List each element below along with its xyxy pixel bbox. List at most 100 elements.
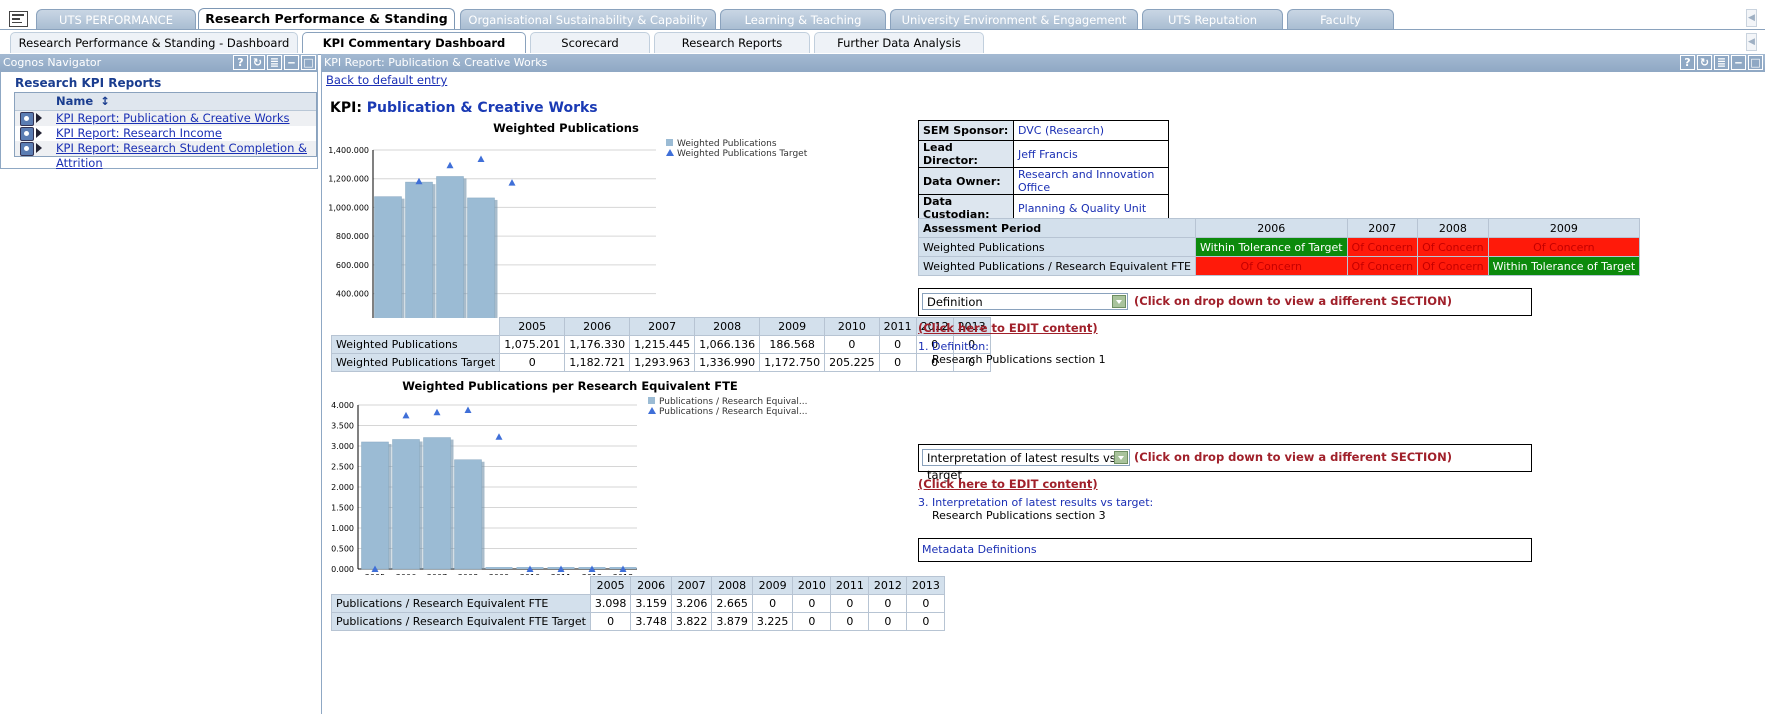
tab-scorecard[interactable]: Scorecard xyxy=(530,32,650,53)
target-marker[interactable] xyxy=(402,411,410,419)
table-cell: 186.568 xyxy=(759,335,826,354)
assessment-period-header: Assessment Period xyxy=(918,218,1196,238)
tab-faculty[interactable]: Faculty xyxy=(1287,9,1394,29)
report-link-publication[interactable]: KPI Report: Publication & Creative Works xyxy=(56,111,290,125)
table-corner xyxy=(331,317,500,336)
legend-label: Weighted Publications Target xyxy=(677,149,808,159)
bar[interactable] xyxy=(405,181,433,322)
status-badge: Within Tolerance of Target xyxy=(1194,237,1348,257)
navigator-body: Research KPI Reports Name ↕ KPI Report: … xyxy=(0,72,318,170)
bar[interactable] xyxy=(454,459,482,570)
y-tick-label: 2.500 xyxy=(331,463,354,472)
bar[interactable] xyxy=(374,196,402,322)
target-marker[interactable] xyxy=(477,155,485,163)
tab-university-environment[interactable]: University Environment & Engagement xyxy=(890,9,1138,29)
target-marker[interactable] xyxy=(433,408,441,416)
bar[interactable] xyxy=(361,441,389,570)
chevron-down-icon[interactable] xyxy=(1114,451,1128,464)
name-column-header[interactable]: Name ↕ xyxy=(15,93,316,111)
row-label: Weighted Publications xyxy=(330,335,501,354)
metadata-definitions-link[interactable]: Metadata Definitions xyxy=(922,543,1037,556)
navigator-header-title: Cognos Navigator xyxy=(3,56,102,69)
assessment-year: 2006 xyxy=(1194,218,1348,238)
back-to-default-link[interactable]: Back to default entry xyxy=(326,73,447,87)
table-cell: 0 xyxy=(906,594,946,613)
section2-select[interactable]: Interpretation of latest results vs targ… xyxy=(922,449,1130,482)
list-item[interactable]: KPI Report: Research Student Completion … xyxy=(15,141,316,170)
bar[interactable] xyxy=(392,439,420,570)
status-badge: Of Concern xyxy=(1417,256,1489,276)
refresh-icon[interactable]: ↻ xyxy=(250,55,265,70)
bar[interactable] xyxy=(485,567,513,569)
section2-text: Research Publications section 3 xyxy=(932,509,1106,522)
info-value: Research and Innovation Office xyxy=(1013,167,1169,195)
table-cell: 0 xyxy=(824,335,880,354)
table-header-row: 2005 2006 2007 2008 2009 2010 2011 2012 2013 xyxy=(331,576,946,595)
report-icon xyxy=(20,142,34,156)
legend-item: Publications / Research Equival... xyxy=(648,397,808,407)
report-header-title: KPI Report: Publication & Creative Works xyxy=(324,56,548,69)
section1-edit-link[interactable]: (Click here to EDIT content) xyxy=(918,321,1098,335)
table-header-cell: 2010 xyxy=(792,576,832,595)
refresh-icon[interactable]: ↻ xyxy=(1697,55,1712,70)
chevron-down-icon[interactable] xyxy=(1112,295,1126,308)
maximize-icon[interactable]: □ xyxy=(1748,55,1763,70)
tab-learning-teaching[interactable]: Learning & Teaching xyxy=(720,9,886,29)
x-tick-label: 2007 xyxy=(427,573,447,575)
help-icon[interactable]: ? xyxy=(1680,55,1695,70)
portal-menu-icon[interactable] xyxy=(9,11,28,27)
tab-further-data-analysis[interactable]: Further Data Analysis xyxy=(814,32,984,53)
tab-organisational-sustainability[interactable]: Organisational Sustainability & Capabili… xyxy=(460,9,716,29)
tab-research-dashboard[interactable]: Research Performance & Standing - Dashbo… xyxy=(10,32,298,53)
table-cell: 0 xyxy=(499,353,566,372)
table-cell: 0 xyxy=(792,612,832,631)
assessment-row: Weighted Publications / Research Equival… xyxy=(918,256,1641,276)
minimize-icon[interactable]: ‒ xyxy=(284,55,299,70)
minimize-icon[interactable]: ‒ xyxy=(1731,55,1746,70)
section1-select[interactable]: Definition xyxy=(922,293,1128,310)
tab-research-performance-standing[interactable]: Research Performance & Standing xyxy=(198,8,455,30)
info-key: SEM Sponsor: xyxy=(918,120,1014,141)
report-link-research-income[interactable]: KPI Report: Research Income xyxy=(56,126,222,140)
legend-swatch-marker xyxy=(648,407,656,414)
status-badge: Of Concern xyxy=(1194,256,1348,276)
scroll-subtabs-icon[interactable]: ◀ xyxy=(1746,33,1757,51)
y-tick-label: 0.500 xyxy=(331,545,354,554)
report-link-student-completion[interactable]: KPI Report: Research Student Completion … xyxy=(56,141,307,170)
table-header-cell: 2005 xyxy=(589,576,632,595)
table-cell: 1,336.990 xyxy=(694,353,761,372)
table-cell: 3.748 xyxy=(630,612,672,631)
target-marker[interactable] xyxy=(464,406,472,413)
list-item[interactable]: KPI Report: Publication & Creative Works xyxy=(15,111,316,126)
maximize-icon[interactable]: □ xyxy=(301,55,316,70)
properties-icon[interactable]: ≣ xyxy=(1714,55,1729,70)
table-header-cell: 2011 xyxy=(830,576,870,595)
tab-uts-reputation[interactable]: UTS Reputation xyxy=(1142,9,1283,29)
bar[interactable] xyxy=(423,437,451,570)
section1-label: 1. Definition: xyxy=(918,340,989,353)
target-marker[interactable] xyxy=(495,433,503,440)
chart1-legend: Weighted Publications Weighted Publicati… xyxy=(666,139,807,159)
run-report-icon[interactable] xyxy=(36,128,42,138)
row-label: Publications / Research Equivalent FTE T… xyxy=(331,612,591,631)
table-cell: 0 xyxy=(751,594,794,613)
tab-kpi-commentary-dashboard[interactable]: KPI Commentary Dashboard xyxy=(302,32,526,53)
help-icon[interactable]: ? xyxy=(233,55,248,70)
table-row: Weighted Publications Target 0 1,182.721 1,… xyxy=(330,353,991,372)
sort-icon[interactable]: ↕ xyxy=(100,94,110,108)
legend-swatch-marker xyxy=(666,149,674,156)
tab-research-reports[interactable]: Research Reports xyxy=(654,32,810,53)
run-report-icon[interactable] xyxy=(36,143,42,153)
properties-icon[interactable]: ≣ xyxy=(267,55,282,70)
bar[interactable] xyxy=(467,197,495,322)
bar[interactable] xyxy=(436,176,464,322)
tab-uts-performance[interactable]: UTS PERFORMANCE xyxy=(36,9,196,29)
table-row: Publications / Research Equivalent FTE T… xyxy=(331,612,946,631)
scroll-tabs-left-icon[interactable]: ◀ xyxy=(1746,9,1757,27)
section2-edit-link[interactable]: (Click here to EDIT content) xyxy=(918,477,1098,491)
table-cell: 0 xyxy=(906,612,946,631)
target-marker[interactable] xyxy=(508,179,516,186)
list-item[interactable]: KPI Report: Research Income xyxy=(15,126,316,141)
target-marker[interactable] xyxy=(446,161,454,169)
run-report-icon[interactable] xyxy=(36,113,42,123)
